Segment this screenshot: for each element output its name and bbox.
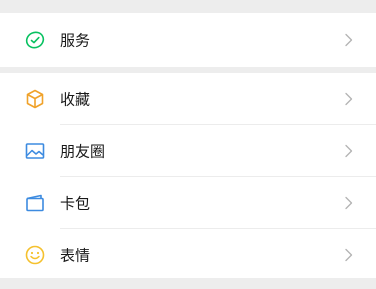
service-icon	[24, 29, 46, 51]
chevron-right-icon	[344, 33, 354, 47]
chevron-right-icon	[344, 248, 354, 262]
card-wallet-icon	[24, 192, 46, 214]
menu-row-cards[interactable]: 卡包	[0, 177, 376, 228]
menu-row-stickers[interactable]: 表情	[0, 229, 376, 280]
chevron-right-icon	[344, 92, 354, 106]
favorites-cube-icon	[24, 88, 46, 110]
menu-label-moments: 朋友圈	[60, 142, 106, 160]
chevron-right-icon	[344, 196, 354, 210]
moments-image-icon	[24, 140, 46, 162]
menu-row-moments[interactable]: 朋友圈	[0, 125, 376, 176]
menu-row-services[interactable]: 服务	[0, 14, 376, 65]
menu-label-services: 服务	[60, 31, 91, 49]
top-spacer	[0, 0, 376, 13]
menu-row-favorites[interactable]: 收藏	[0, 73, 376, 124]
bottom-spacer	[0, 278, 376, 289]
menu-label-favorites: 收藏	[60, 90, 91, 108]
menu-label-stickers: 表情	[60, 246, 91, 264]
features-group: 收藏 朋友圈 卡包 表情	[0, 73, 376, 280]
chevron-right-icon	[344, 144, 354, 158]
sticker-smile-icon	[24, 244, 46, 266]
services-group: 服务	[0, 13, 376, 67]
menu-label-cards: 卡包	[60, 194, 91, 212]
